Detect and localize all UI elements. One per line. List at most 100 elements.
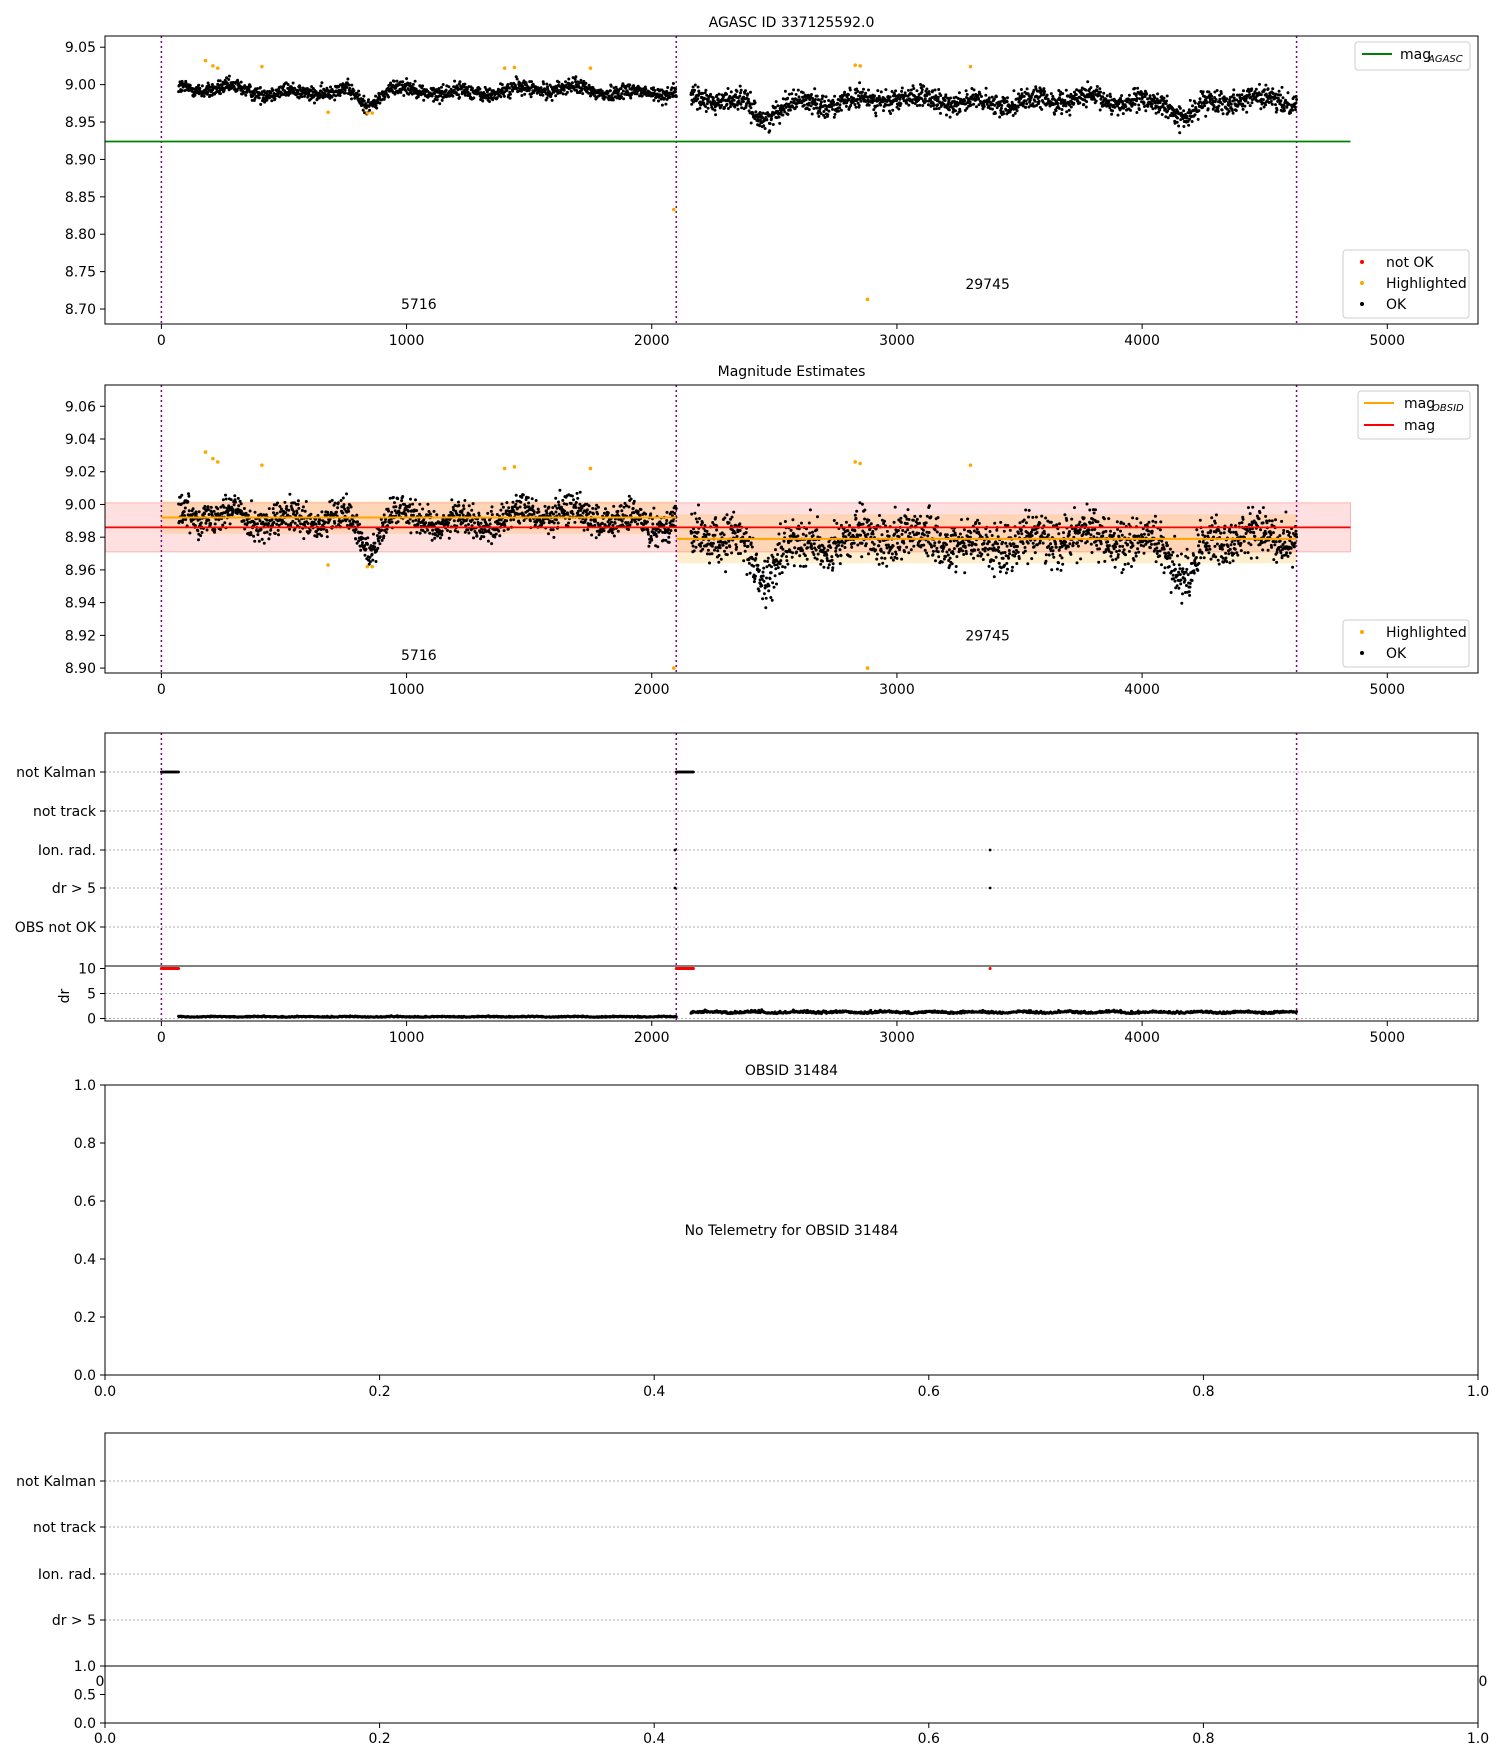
ok-point xyxy=(401,80,405,84)
ok-point xyxy=(390,510,394,514)
ok-point xyxy=(339,499,343,502)
ok-point xyxy=(378,535,382,539)
ok-point xyxy=(561,498,565,502)
ok-point xyxy=(798,554,802,558)
ok-point xyxy=(982,104,986,108)
ok-point xyxy=(813,98,817,101)
ok-point xyxy=(798,564,802,568)
ok-point xyxy=(753,577,757,581)
ok-point xyxy=(780,571,784,575)
ok-point xyxy=(357,93,361,97)
ok-point xyxy=(1127,93,1131,97)
ok-point xyxy=(341,511,345,515)
ok-point xyxy=(232,503,236,507)
ok-point xyxy=(826,566,830,570)
ok-point xyxy=(221,523,225,527)
ok-point xyxy=(832,519,836,522)
ok-point xyxy=(297,506,301,510)
ok-point xyxy=(864,91,868,95)
x-tick-label: 0 xyxy=(157,333,166,349)
ok-point xyxy=(357,539,361,543)
ok-point xyxy=(785,559,789,563)
ok-point xyxy=(191,507,195,511)
ok-point xyxy=(728,545,732,549)
ok-point xyxy=(357,89,361,93)
ok-point xyxy=(1203,104,1207,108)
ok-point xyxy=(768,122,772,126)
ok-point xyxy=(816,515,819,519)
ok-point xyxy=(505,89,509,92)
ok-point xyxy=(509,518,513,522)
ok-point xyxy=(826,548,830,552)
ok-point xyxy=(754,557,758,560)
ok-point xyxy=(1020,92,1024,96)
ok-point xyxy=(694,545,698,549)
ok-point xyxy=(713,533,717,537)
ok-point xyxy=(227,74,231,78)
ok-point xyxy=(200,84,204,88)
ok-point xyxy=(394,505,398,509)
ok-point xyxy=(576,496,580,500)
ok-point xyxy=(1016,105,1020,109)
ok-point xyxy=(556,521,560,525)
ok-point xyxy=(550,98,554,102)
ok-point xyxy=(552,521,556,525)
ok-point xyxy=(1210,94,1214,98)
ok-point xyxy=(1229,102,1233,106)
ok-point xyxy=(362,99,366,103)
ok-point xyxy=(1135,96,1139,100)
ok-point xyxy=(302,537,306,541)
ok-point xyxy=(629,520,633,524)
ok-point xyxy=(796,534,800,538)
ok-point xyxy=(867,88,870,92)
ok-point xyxy=(296,499,300,503)
ok-point xyxy=(781,552,785,556)
ok-point xyxy=(1274,103,1277,107)
ok-point xyxy=(873,94,876,98)
ok-point xyxy=(593,523,597,527)
plot-area: 571629745 xyxy=(105,385,1352,673)
ok-point xyxy=(1259,107,1263,111)
ok-point xyxy=(320,81,324,85)
ok-point xyxy=(1113,105,1117,109)
ok-point xyxy=(366,536,370,540)
ok-point xyxy=(224,497,228,501)
ok-point xyxy=(957,91,961,95)
ok-point xyxy=(797,95,801,99)
ok-point xyxy=(448,530,452,534)
ok-point xyxy=(382,513,386,517)
ok-point xyxy=(629,497,633,501)
y-tick-label: 8.90 xyxy=(65,152,96,168)
ok-point xyxy=(1089,86,1093,90)
ok-point xyxy=(724,541,728,545)
ok-point xyxy=(769,571,773,575)
ok-point xyxy=(570,494,574,498)
ok-point xyxy=(1190,120,1194,123)
ok-point xyxy=(748,571,752,575)
ok-point xyxy=(1111,109,1115,113)
ok-point xyxy=(378,542,382,546)
ok-point xyxy=(742,559,746,563)
ok-point xyxy=(778,121,782,125)
ok-point xyxy=(180,89,184,92)
ok-point xyxy=(752,564,756,568)
ok-point xyxy=(830,558,834,562)
chart-title: AGASC ID 337125592.0 xyxy=(709,15,875,31)
ok-point xyxy=(994,95,998,99)
ok-point xyxy=(509,92,512,96)
ok-point xyxy=(213,530,216,534)
ok-point xyxy=(832,100,836,104)
ok-point xyxy=(947,108,951,112)
ok-point xyxy=(286,83,290,86)
ok-point xyxy=(1197,109,1201,113)
ok-point xyxy=(396,497,400,501)
ok-point xyxy=(399,504,402,507)
legend-upper: magAGASC xyxy=(1354,41,1471,71)
ok-point xyxy=(502,529,506,533)
ok-point xyxy=(1282,109,1286,113)
ok-point xyxy=(729,105,732,109)
ok-point xyxy=(1261,98,1265,102)
ok-point xyxy=(242,519,246,523)
ok-point xyxy=(457,93,460,97)
x-tick-label: 3000 xyxy=(879,333,915,349)
